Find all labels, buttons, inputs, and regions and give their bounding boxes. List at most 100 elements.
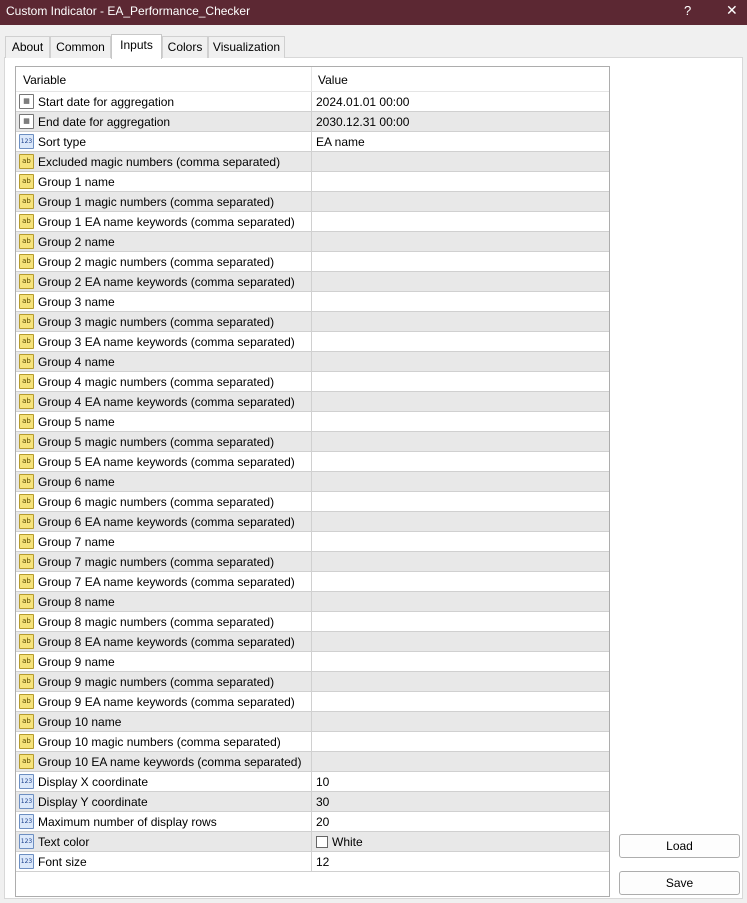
row-divider [311,772,312,792]
variable-name: Group 1 magic numbers (comma separated) [38,195,275,209]
grid-row[interactable]: ab Group 1 magic numbers (comma separated… [16,192,609,212]
variable-name: Group 2 name [38,235,115,249]
grid-row[interactable]: ab Group 8 magic numbers (comma separated… [16,612,609,632]
grid-row[interactable]: ab Group 5 magic numbers (comma separated… [16,432,609,452]
variable-name: Group 6 magic numbers (comma separated) [38,495,275,509]
variable-value[interactable]: 30 [316,795,329,809]
color-swatch[interactable] [316,836,328,848]
string-type-icon: ab [19,714,34,729]
grid-row[interactable]: ab Group 7 name [16,532,609,552]
grid-row[interactable]: ab Group 10 name [16,712,609,732]
string-type-icon: ab [19,234,34,249]
grid-row[interactable]: 123 Font size 12 [16,852,609,872]
grid-row[interactable]: ab Group 6 name [16,472,609,492]
row-divider [311,332,312,352]
variable-value[interactable]: 12 [316,855,329,869]
grid-row[interactable]: ab Group 5 EA name keywords (comma separa… [16,452,609,472]
string-type-icon: ab [19,354,34,369]
grid-row[interactable]: ab Group 3 EA name keywords (comma separa… [16,332,609,352]
string-type-icon: ab [19,314,34,329]
variable-value[interactable]: EA name [316,135,365,149]
tab-inputs[interactable]: Inputs [111,34,162,59]
string-type-icon: ab [19,754,34,769]
grid-row[interactable]: ab Group 4 EA name keywords (comma separa… [16,392,609,412]
grid-row[interactable]: ab Group 4 name [16,352,609,372]
datetime-type-icon: ▦ [19,114,34,129]
variable-name: Group 4 magic numbers (comma separated) [38,375,275,389]
grid-row[interactable]: ab Group 3 magic numbers (comma separated… [16,312,609,332]
variable-value[interactable]: 2030.12.31 00:00 [316,115,409,129]
grid-row[interactable]: ab Group 3 name [16,292,609,312]
grid-row[interactable]: ab Group 1 EA name keywords (comma separa… [16,212,609,232]
variable-name: Group 8 name [38,595,115,609]
variable-name: Display Y coordinate [38,795,148,809]
close-icon[interactable]: ✕ [726,2,738,19]
grid-row[interactable]: 123 Text color White [16,832,609,852]
grid-row[interactable]: 123 Display X coordinate 10 [16,772,609,792]
grid-row[interactable]: ▦ End date for aggregation 2030.12.31 00:0… [16,112,609,132]
grid-row[interactable]: ab Group 9 EA name keywords (comma separa… [16,692,609,712]
value-column-header[interactable]: Value [318,73,348,87]
row-divider [311,252,312,272]
string-type-icon: ab [19,254,34,269]
string-type-icon: ab [19,194,34,209]
number-type-icon: 123 [19,134,34,149]
grid-row[interactable]: ab Group 8 name [16,592,609,612]
variable-name: End date for aggregation [38,115,171,129]
grid-row[interactable]: ab Group 4 magic numbers (comma separated… [16,372,609,392]
variable-name: Group 5 magic numbers (comma separated) [38,435,275,449]
row-divider [311,132,312,152]
grid-row[interactable]: ab Group 7 magic numbers (comma separated… [16,552,609,572]
row-divider [311,572,312,592]
row-divider [311,552,312,572]
variable-name: Group 2 magic numbers (comma separated) [38,255,275,269]
variable-value[interactable]: 20 [316,815,329,829]
variable-name: Group 2 EA name keywords (comma separate… [38,275,295,289]
tab-common[interactable]: Common [50,36,111,58]
grid-row[interactable]: ab Group 2 magic numbers (comma separated… [16,252,609,272]
row-divider [311,812,312,832]
grid-row[interactable]: ab Group 2 EA name keywords (comma separa… [16,272,609,292]
datetime-type-icon: ▦ [19,94,34,109]
grid-row[interactable]: ab Group 1 name [16,172,609,192]
string-type-icon: ab [19,394,34,409]
string-type-icon: ab [19,534,34,549]
row-divider [311,192,312,212]
load-button[interactable]: Load [619,834,740,858]
grid-row[interactable]: ab Group 9 magic numbers (comma separated… [16,672,609,692]
save-button[interactable]: Save [619,871,740,895]
variable-value[interactable]: White [316,835,363,849]
grid-row[interactable]: ab Group 6 EA name keywords (comma separa… [16,512,609,532]
variable-name: Group 1 EA name keywords (comma separate… [38,215,295,229]
string-type-icon: ab [19,414,34,429]
grid-row[interactable]: 123 Display Y coordinate 30 [16,792,609,812]
grid-row[interactable]: ab Group 10 magic numbers (comma separate… [16,732,609,752]
grid-row[interactable]: ab Group 2 name [16,232,609,252]
grid-row[interactable]: ab Group 9 name [16,652,609,672]
grid-row[interactable]: ab Group 5 name [16,412,609,432]
help-icon[interactable]: ? [684,3,691,18]
grid-row[interactable]: 123 Sort type EA name [16,132,609,152]
variable-column-header[interactable]: Variable [23,73,66,87]
string-type-icon: ab [19,474,34,489]
grid-row[interactable]: 123 Maximum number of display rows 20 [16,812,609,832]
grid-row[interactable]: ab Group 6 magic numbers (comma separated… [16,492,609,512]
variable-value[interactable]: 2024.01.01 00:00 [316,95,409,109]
string-type-icon: ab [19,734,34,749]
string-type-icon: ab [19,294,34,309]
column-divider[interactable] [311,67,312,92]
row-divider [311,152,312,172]
tab-colors[interactable]: Colors [162,36,208,58]
variable-value[interactable]: 10 [316,775,329,789]
row-divider [311,472,312,492]
grid-row[interactable]: ab Excluded magic numbers (comma separate… [16,152,609,172]
grid-row[interactable]: ▦ Start date for aggregation 2024.01.01 00… [16,92,609,112]
grid-row[interactable]: ab Group 8 EA name keywords (comma separa… [16,632,609,652]
grid-row[interactable]: ab Group 7 EA name keywords (comma separa… [16,572,609,592]
row-divider [311,532,312,552]
number-type-icon: 123 [19,834,34,849]
tab-about[interactable]: About [5,36,50,58]
grid-row[interactable]: ab Group 10 EA name keywords (comma separ… [16,752,609,772]
row-divider [311,232,312,252]
tab-visualization[interactable]: Visualization [208,36,285,58]
